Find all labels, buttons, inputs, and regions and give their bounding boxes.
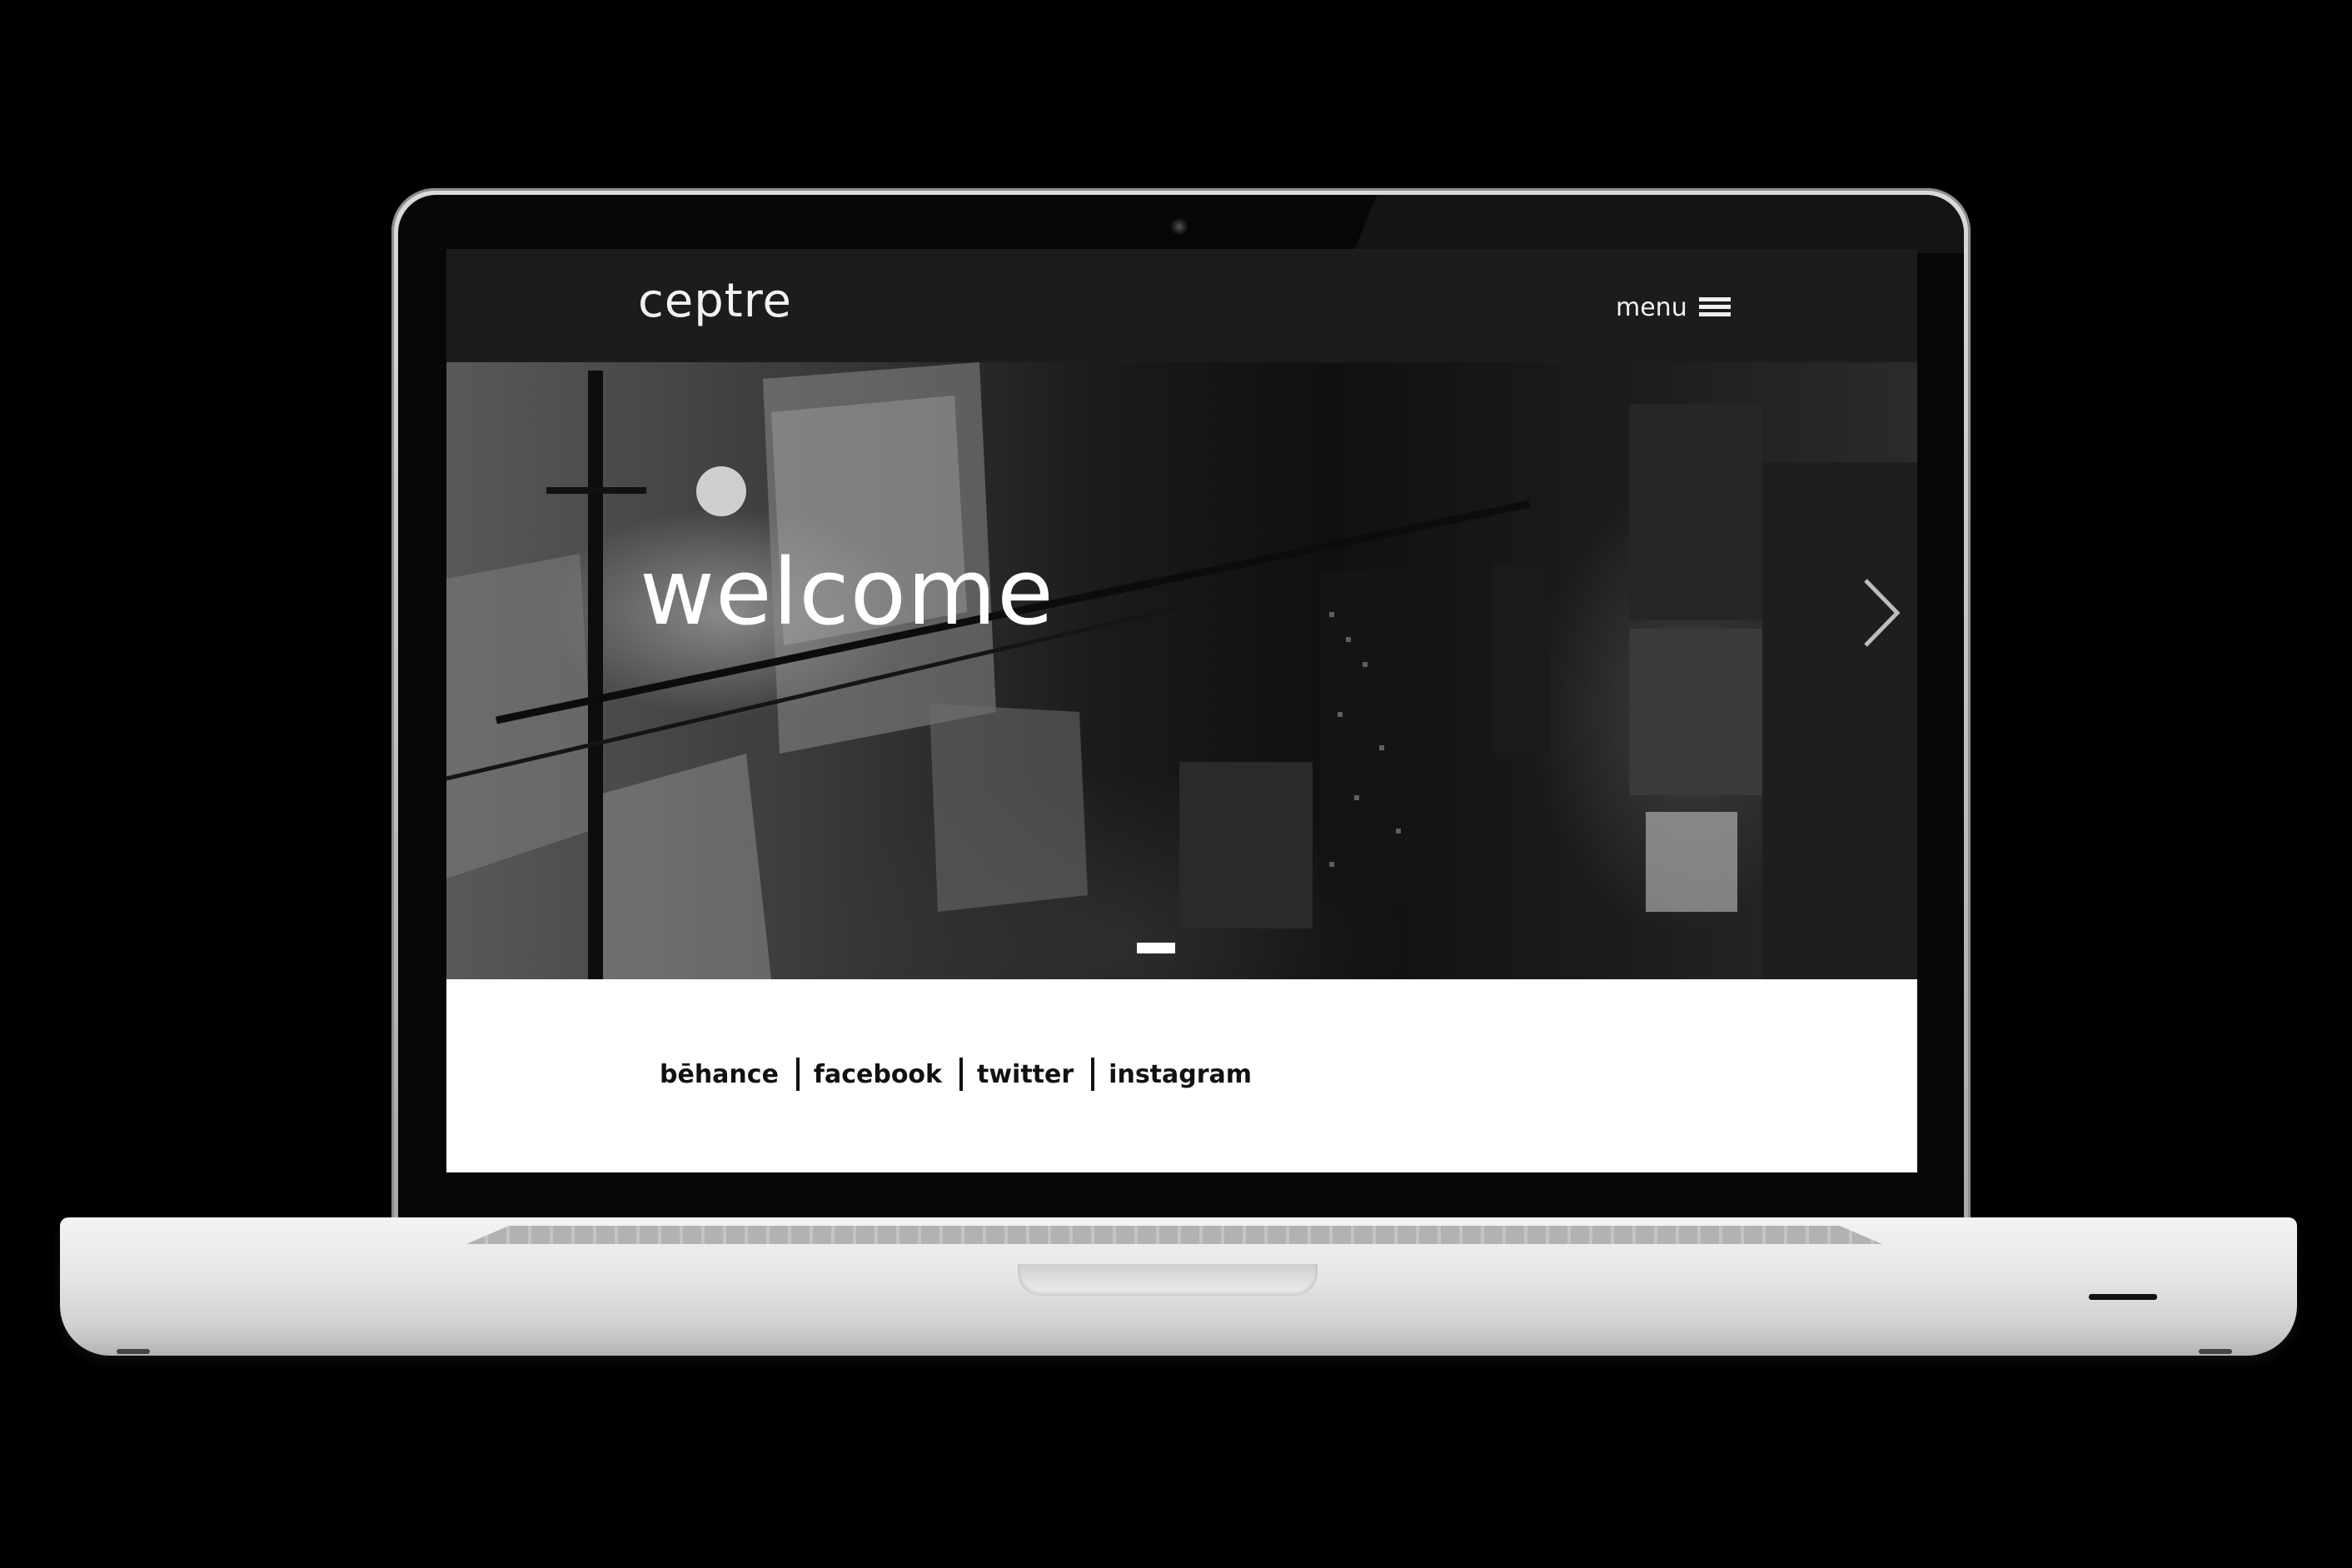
bezel-glare [1353,195,1964,253]
hamburger-icon [1698,297,1731,317]
top-navbar: ceptre menu [446,249,1917,362]
footer: bēhance facebook twitter instagram [446,979,1917,1172]
instagram-link[interactable]: instagram [1109,1060,1252,1089]
slide-indicator-active[interactable] [1137,943,1175,953]
link-divider [959,1058,963,1091]
link-divider [795,1058,800,1091]
laptop-foot [2199,1349,2232,1354]
hero-background-image [446,362,1917,979]
menu-button[interactable]: menu [1616,291,1731,324]
behance-link[interactable]: bēhance [660,1060,779,1089]
laptop-keyboard-edge [466,1226,1882,1244]
laptop-foot [117,1349,150,1354]
laptop-status-light [2089,1294,2157,1300]
hero-slider: welcome [446,362,1917,979]
menu-label: menu [1616,292,1687,322]
site-logo[interactable]: ceptre [638,274,792,328]
laptop-notch [1018,1264,1318,1296]
facebook-link[interactable]: facebook [814,1060,942,1089]
social-links: bēhance facebook twitter instagram [660,1058,1252,1091]
twitter-link[interactable]: twitter [977,1060,1074,1089]
chevron-right-icon[interactable] [1861,575,1902,650]
camera-icon [1171,218,1188,235]
link-divider [1091,1058,1095,1091]
hero-title: welcome [640,539,1054,645]
website-screen: ceptre menu welcome bēhance facebook twi… [446,249,1917,1172]
